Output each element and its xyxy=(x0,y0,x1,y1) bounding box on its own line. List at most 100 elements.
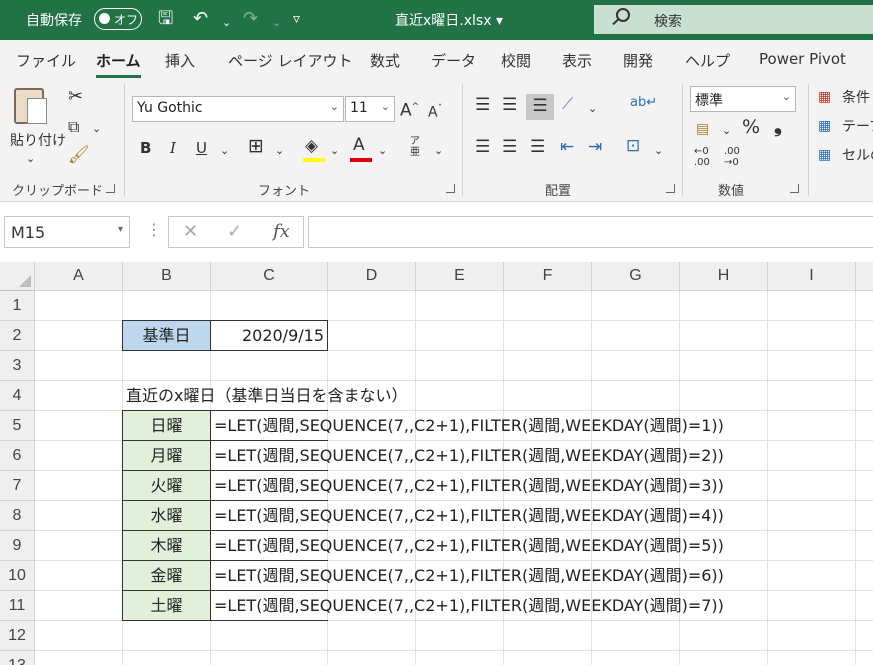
cell-c7[interactable]: =LET(週間,SEQUENCE(7,,C2+1),FILTER(週間,WEEK… xyxy=(210,470,724,501)
phonetic-guide-icon[interactable]: ア亜 xyxy=(408,136,422,158)
column-header-c[interactable]: C xyxy=(211,262,328,291)
grow-font-button[interactable]: A^ xyxy=(400,98,419,120)
cell-b10[interactable]: 金曜 xyxy=(122,560,211,591)
row-header-13[interactable]: 13 xyxy=(0,651,35,665)
format-as-table-button[interactable]: テーブ xyxy=(842,118,873,136)
tab-help[interactable]: ヘルプ xyxy=(685,50,730,71)
row-header-5[interactable]: 5 xyxy=(0,411,35,441)
cell-c11[interactable]: =LET(週間,SEQUENCE(7,,C2+1),FILTER(週間,WEEK… xyxy=(210,590,724,621)
enter-icon[interactable]: ✓ xyxy=(227,221,242,242)
tab-power-pivot[interactable]: Power Pivot xyxy=(759,50,846,68)
tab-data[interactable]: データ xyxy=(431,50,476,71)
column-header-b[interactable]: B xyxy=(123,262,211,291)
cancel-icon[interactable]: ✕ xyxy=(183,221,198,242)
tab-formulas[interactable]: 数式 xyxy=(370,50,400,71)
column-header-d[interactable]: D xyxy=(328,262,416,291)
select-all-button[interactable] xyxy=(0,262,35,291)
cell-b6[interactable]: 月曜 xyxy=(122,440,211,471)
conditional-formatting-button[interactable]: 条件 xyxy=(842,89,870,107)
font-color-icon[interactable]: A xyxy=(353,136,365,154)
save-icon[interactable]: 🖫 xyxy=(158,8,173,30)
cell-c6[interactable]: =LET(週間,SEQUENCE(7,,C2+1),FILTER(週間,WEEK… xyxy=(210,440,724,471)
increase-decimal-icon[interactable]: ←0.00 xyxy=(694,146,710,168)
column-header-g[interactable]: G xyxy=(592,262,680,291)
formula-input[interactable] xyxy=(308,216,873,248)
row-header-10[interactable]: 10 xyxy=(0,561,35,591)
cell-b8[interactable]: 水曜 xyxy=(122,500,211,531)
borders-dropdown-icon[interactable]: ⌄ xyxy=(275,142,284,160)
row-header-6[interactable]: 6 xyxy=(0,441,35,471)
row-header-4[interactable]: 4 xyxy=(0,381,35,411)
search-box[interactable]: 検索 xyxy=(594,5,873,34)
row-header-2[interactable]: 2 xyxy=(0,321,35,351)
cell-b7[interactable]: 火曜 xyxy=(122,470,211,501)
redo-dropdown-icon[interactable]: ⌄ xyxy=(272,12,281,34)
redo-icon[interactable]: ↷ xyxy=(243,8,258,30)
tab-file[interactable]: ファイル xyxy=(16,50,76,71)
wrap-text-icon[interactable]: ab↵ xyxy=(630,94,657,112)
align-top-icon[interactable]: ☰ xyxy=(475,96,490,114)
cell-b11[interactable]: 土曜 xyxy=(122,590,211,621)
merge-center-icon[interactable]: ⊡ xyxy=(626,137,640,155)
copy-dropdown-icon[interactable]: ⌄ xyxy=(92,120,101,138)
file-name[interactable]: 直近x曜日.xlsx ▾ xyxy=(395,10,503,30)
accounting-format-icon[interactable]: ▤ xyxy=(696,120,709,138)
cut-icon[interactable]: ✂ xyxy=(68,88,83,106)
customize-qat-icon[interactable]: ▿ xyxy=(293,8,300,30)
number-launcher-icon[interactable] xyxy=(790,184,799,193)
bold-button[interactable]: B xyxy=(140,139,151,157)
cell-b5[interactable]: 日曜 xyxy=(122,410,211,441)
tab-review[interactable]: 校閲 xyxy=(501,50,531,71)
clipboard-launcher-icon[interactable] xyxy=(106,184,115,193)
column-header-e[interactable]: E xyxy=(416,262,504,291)
italic-button[interactable]: I xyxy=(170,139,176,157)
cell-c2[interactable]: 2020/9/15 xyxy=(210,320,328,351)
column-header-f[interactable]: F xyxy=(504,262,592,291)
font-color-dropdown-icon[interactable]: ⌄ xyxy=(378,142,387,160)
fill-color-icon[interactable]: ◈ xyxy=(305,137,318,155)
phonetic-dropdown-icon[interactable]: ⌄ xyxy=(434,142,443,160)
decrease-decimal-icon[interactable]: .00 →0 xyxy=(724,146,740,168)
undo-icon[interactable]: ↶ xyxy=(193,8,208,30)
row-header-1[interactable]: 1 xyxy=(0,291,35,321)
percent-style-button[interactable]: % xyxy=(742,118,760,137)
format-as-table-icon[interactable]: ▦ xyxy=(818,117,831,135)
cell-b2[interactable]: 基準日 xyxy=(122,320,211,351)
font-launcher-icon[interactable] xyxy=(446,184,455,193)
row-header-11[interactable]: 11 xyxy=(0,591,35,621)
autosave-toggle[interactable]: オフ xyxy=(94,8,142,30)
underline-button[interactable]: U xyxy=(196,139,207,157)
cell-c8[interactable]: =LET(週間,SEQUENCE(7,,C2+1),FILTER(週間,WEEK… xyxy=(210,500,724,531)
cell-b4[interactable]: 直近のx曜日（基準日当日を含まない） xyxy=(126,381,407,410)
align-left-icon[interactable]: ☰ xyxy=(475,138,490,156)
row-header-3[interactable]: 3 xyxy=(0,351,35,381)
paste-dropdown-icon[interactable]: ⌄ xyxy=(26,150,35,168)
column-header-h[interactable]: H xyxy=(680,262,768,291)
align-right-icon[interactable]: ☰ xyxy=(530,138,545,156)
formula-bar-grip[interactable]: ⋮ xyxy=(146,220,162,239)
format-painter-icon[interactable]: 🖌 xyxy=(68,146,90,164)
decrease-indent-icon[interactable]: ⇤ xyxy=(560,138,574,156)
accounting-dropdown-icon[interactable]: ⌄ xyxy=(722,122,731,140)
column-header-i[interactable]: I xyxy=(768,262,856,291)
tab-insert[interactable]: 挿入 xyxy=(165,50,195,71)
conditional-formatting-icon[interactable]: ▦ xyxy=(818,88,831,106)
tab-home[interactable]: ホーム xyxy=(96,50,141,78)
shrink-font-button[interactable]: Aˇ xyxy=(428,100,442,122)
row-header-8[interactable]: 8 xyxy=(0,501,35,531)
align-middle-icon[interactable]: ☰ xyxy=(502,96,517,114)
insert-function-icon[interactable]: fx xyxy=(273,221,290,242)
font-name-select[interactable]: Yu Gothic ⌄ xyxy=(132,96,344,122)
row-header-9[interactable]: 9 xyxy=(0,531,35,561)
increase-indent-icon[interactable]: ⇥ xyxy=(588,138,602,156)
borders-icon[interactable]: ⊞ xyxy=(248,137,264,156)
tab-developer[interactable]: 開発 xyxy=(623,50,653,71)
paste-icon[interactable] xyxy=(14,88,47,124)
column-header-a[interactable]: A xyxy=(35,262,123,291)
row-header-7[interactable]: 7 xyxy=(0,471,35,501)
copy-icon[interactable]: ⧉ xyxy=(68,118,79,136)
merge-dropdown-icon[interactable]: ⌄ xyxy=(654,142,663,160)
cell-c9[interactable]: =LET(週間,SEQUENCE(7,,C2+1),FILTER(週間,WEEK… xyxy=(210,530,724,561)
fill-color-dropdown-icon[interactable]: ⌄ xyxy=(330,142,339,160)
cell-styles-icon[interactable]: ▦ xyxy=(818,146,831,164)
